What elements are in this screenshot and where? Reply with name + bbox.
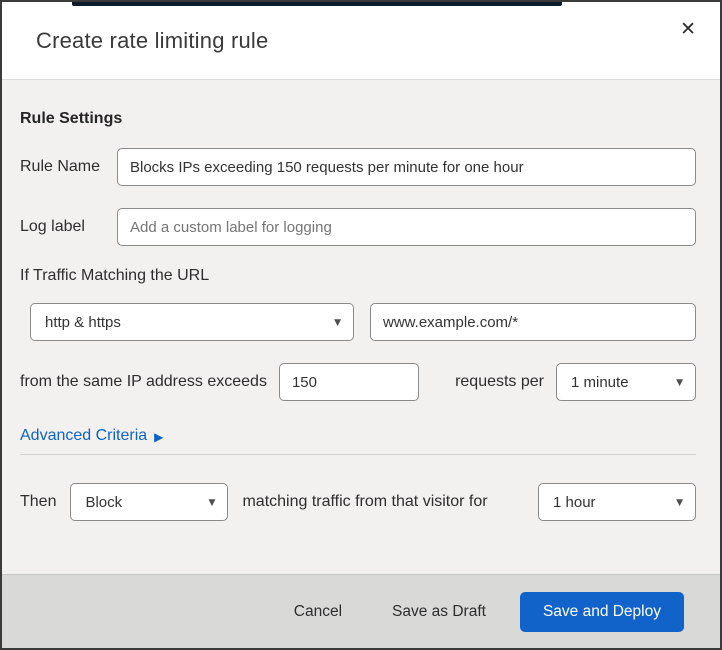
duration-select-value: 1 hour [553,493,596,511]
cancel-button[interactable]: Cancel [290,595,346,629]
dialog-header: Create rate limiting rule ✕ [2,2,720,80]
threshold-suffix-text: requests per [455,373,544,390]
log-label-row: Log label [20,208,696,246]
threshold-prefix-text: from the same IP address exceeds [20,373,267,390]
duration-select[interactable]: 1 hour ▼ [538,483,696,521]
close-button[interactable]: ✕ [674,16,702,43]
action-select-value: Block [85,493,123,511]
top-accent-bar [72,2,562,6]
scheme-select-value: http & https [45,313,121,331]
rule-name-input[interactable] [117,148,696,186]
scheme-row: http & https ▼ [20,303,696,341]
period-select-value: 1 minute [571,373,629,391]
scheme-select[interactable]: http & https ▼ [30,303,354,341]
chevron-down-icon: ▼ [676,378,683,388]
create-rate-limiting-rule-dialog: Create rate limiting rule ✕ Rule Setting… [0,0,722,650]
action-select[interactable]: Block ▼ [70,483,229,521]
rule-name-row: Rule Name [20,148,696,186]
threshold-input[interactable] [278,363,419,401]
period-select[interactable]: 1 minute ▼ [556,363,696,401]
save-and-deploy-button[interactable]: Save and Deploy [519,591,684,632]
chevron-down-icon: ▼ [676,498,683,508]
log-label-label: Log label [20,218,85,235]
dialog-footer: Cancel Save as Draft Save and Deploy [2,574,720,648]
url-input[interactable] [370,303,696,341]
action-row: Then Block ▼ matching traffic from that … [20,483,696,521]
chevron-down-icon: ▼ [208,498,216,508]
dialog-body: Rule Settings Rule Name Log label If Tra… [2,80,720,574]
close-icon: ✕ [680,18,696,40]
save-as-draft-button[interactable]: Save as Draft [388,595,490,629]
rule-settings-heading: Rule Settings [20,110,123,127]
dialog-title: Create rate limiting rule [36,27,269,53]
traffic-match-intro: If Traffic Matching the URL [20,267,210,284]
chevron-down-icon: ▼ [334,318,341,328]
then-text: Then [20,493,57,510]
section-divider [20,454,696,455]
threshold-row: from the same IP address exceeds request… [20,363,696,401]
rule-name-label: Rule Name [20,158,101,175]
action-middle-text: matching traffic from that visitor for [242,493,488,510]
advanced-criteria-label: Advanced Criteria [20,427,148,444]
log-label-input[interactable] [117,208,696,246]
arrow-right-icon: ▶ [154,430,164,444]
advanced-criteria-link[interactable]: Advanced Criteria ▶ [20,427,163,445]
